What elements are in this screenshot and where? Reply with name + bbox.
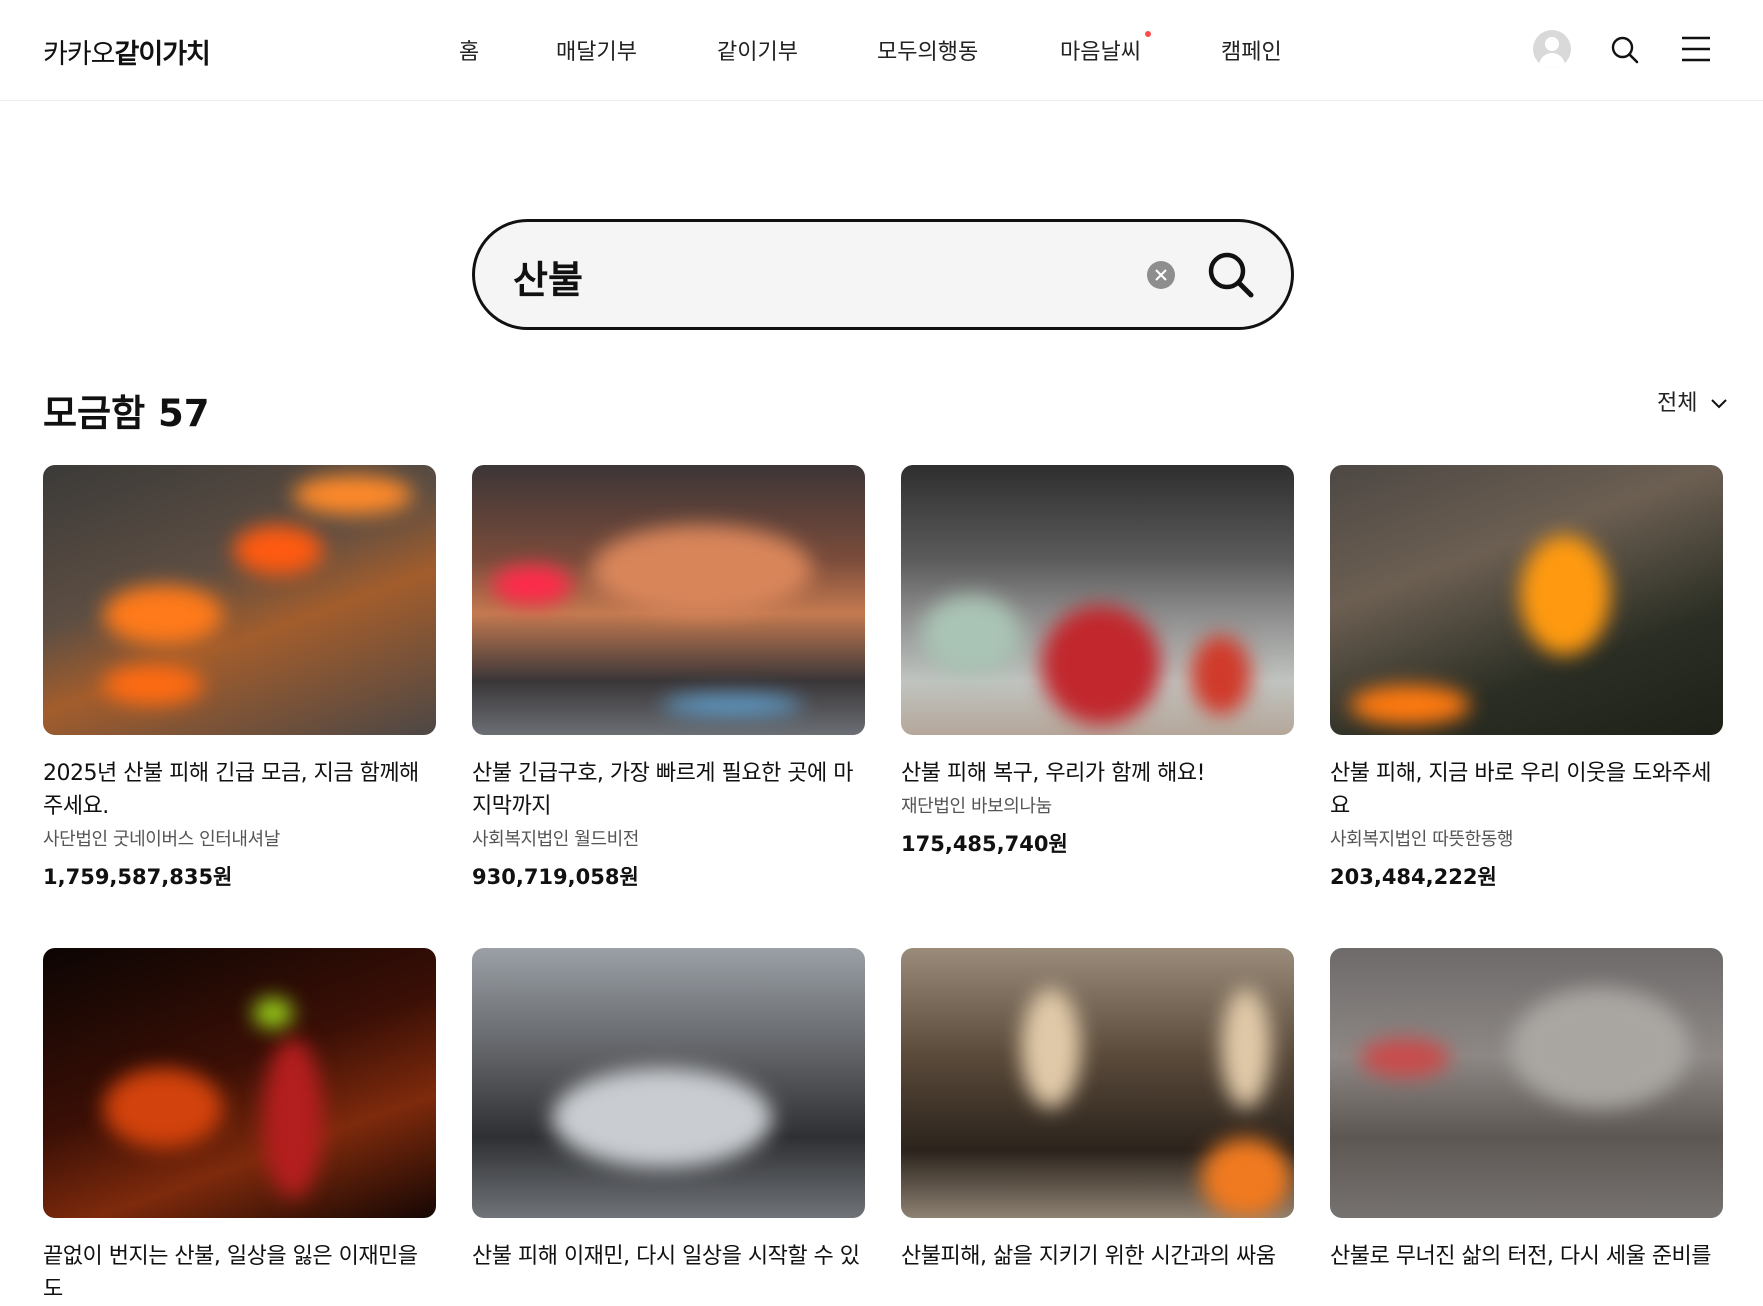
filter-dropdown[interactable]: 전체: [1657, 385, 1728, 417]
card-thumbnail: [1330, 465, 1723, 735]
nav-item-home[interactable]: 홈: [459, 34, 479, 66]
hamburger-menu-icon[interactable]: [1680, 34, 1712, 68]
card-thumbnail: [1330, 948, 1723, 1218]
nav-item-together-donation[interactable]: 같이기부: [717, 34, 798, 66]
fundraiser-card[interactable]: 산불 피해, 지금 바로 우리 이웃을 도와주세요 사회복지법인 따뜻한동행 2…: [1330, 465, 1723, 891]
close-icon: [1155, 269, 1167, 281]
card-thumbnail: [43, 465, 436, 735]
fundraiser-card[interactable]: 산불 긴급구호, 가장 빠르게 필요한 곳에 마지막까지 사회복지법인 월드비전…: [472, 465, 865, 891]
chevron-down-icon: [1711, 399, 1728, 409]
clear-search-button[interactable]: [1147, 261, 1175, 289]
card-amount: 1,759,587,835원: [43, 865, 233, 889]
card-thumbnail: [43, 948, 436, 1218]
card-title: 산불 긴급구호, 가장 빠르게 필요한 곳에 마지막까지: [472, 761, 854, 819]
card-title: 산불피해, 삶을 지키기 위한 시간과의 싸움: [901, 1244, 1276, 1269]
card-amount: 203,484,222원: [1330, 865, 1497, 889]
filter-label: 전체: [1657, 391, 1698, 416]
fundraiser-card[interactable]: 산불 피해 복구, 우리가 함께 해요! 재단법인 바보의나눔 175,485,…: [901, 465, 1294, 858]
card-amount: 930,719,058원: [472, 865, 639, 889]
nav-item-campaign[interactable]: 캠페인: [1221, 34, 1282, 66]
card-title: 산불로 무너진 삶의 터전, 다시 세울 준비를: [1330, 1244, 1712, 1269]
main-nav: 홈 매달기부 같이기부 모두의행동 마음날씨 캠페인: [0, 31, 1763, 66]
avatar[interactable]: [1533, 30, 1571, 68]
fundraiser-card[interactable]: 끝없이 번지는 산불, 일상을 잃은 이재민을 도: [43, 948, 436, 1306]
fundraiser-card[interactable]: 산불 피해 이재민, 다시 일상을 시작할 수 있: [472, 948, 865, 1273]
card-organization: 재단법인 바보의나눔: [901, 796, 1052, 817]
card-organization: 사단법인 굿네이버스 인터내셔날: [43, 829, 280, 850]
card-organization: 사회복지법인 따뜻한동행: [1330, 829, 1514, 850]
search-bar: [472, 219, 1294, 330]
search-submit-button[interactable]: [1205, 249, 1257, 305]
fundraiser-card[interactable]: 산불로 무너진 삶의 터전, 다시 세울 준비를: [1330, 948, 1723, 1273]
card-thumbnail: [901, 465, 1294, 735]
card-title: 산불 피해 이재민, 다시 일상을 시작할 수 있: [472, 1244, 860, 1269]
nav-item-everyone-action[interactable]: 모두의행동: [877, 34, 978, 66]
top-header: 카카오같이가치 홈 매달기부 같이기부 모두의행동 마음날씨 캠페인: [0, 0, 1763, 101]
fundraiser-card[interactable]: 산불피해, 삶을 지키기 위한 시간과의 싸움: [901, 948, 1294, 1273]
card-title: 산불 피해 복구, 우리가 함께 해요!: [901, 761, 1205, 786]
card-thumbnail: [472, 465, 865, 735]
fundraiser-card[interactable]: 2025년 산불 피해 긴급 모금, 지금 함께해 주세요. 사단법인 굿네이버…: [43, 465, 436, 891]
card-title: 산불 피해, 지금 바로 우리 이웃을 도와주세요: [1330, 761, 1712, 819]
nav-item-mind-weather-label: 마음날씨: [1060, 40, 1141, 65]
result-count-title: 모금함 57: [43, 392, 210, 435]
card-title: 끝없이 번지는 산불, 일상을 잃은 이재민을 도: [43, 1244, 418, 1302]
new-indicator-dot: [1144, 31, 1151, 37]
search-icon[interactable]: [1610, 35, 1640, 69]
card-thumbnail: [901, 948, 1294, 1218]
card-title: 2025년 산불 피해 긴급 모금, 지금 함께해 주세요.: [43, 761, 419, 819]
card-amount: 175,485,740원: [901, 832, 1068, 856]
search-icon: [1208, 252, 1254, 298]
card-organization: 사회복지법인 월드비전: [472, 829, 639, 850]
nav-item-monthly-donation[interactable]: 매달기부: [556, 34, 637, 66]
search-input[interactable]: [513, 254, 1113, 298]
card-thumbnail: [472, 948, 865, 1218]
nav-item-mind-weather[interactable]: 마음날씨: [1060, 31, 1151, 66]
